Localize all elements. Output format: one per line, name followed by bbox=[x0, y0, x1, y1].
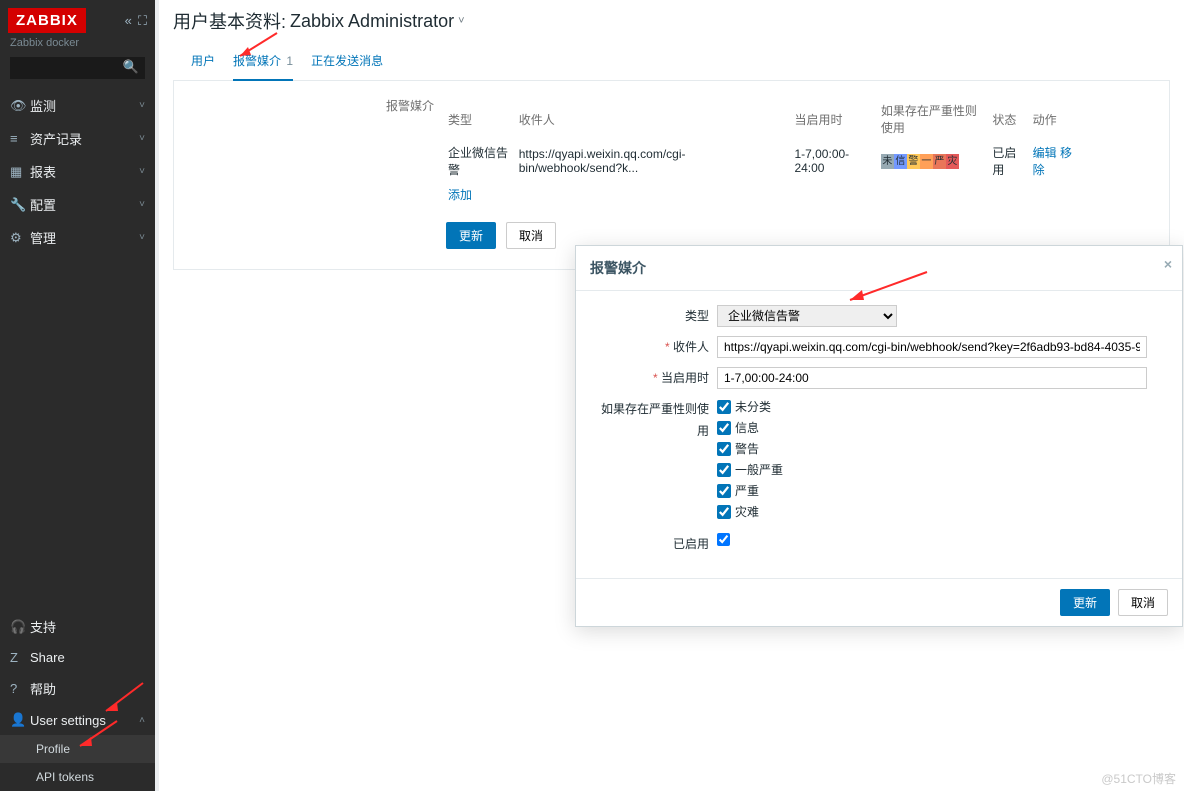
chevron-down-icon: ˅ bbox=[139, 133, 145, 144]
cancel-button[interactable]: 取消 bbox=[506, 222, 556, 249]
sidebar-item[interactable]: 🎧支持 bbox=[0, 610, 155, 643]
user-settings-label: User settings bbox=[30, 713, 106, 728]
sidebar-subitem-api-tokens[interactable]: API tokens bbox=[0, 763, 155, 791]
nav-label: 帮助 bbox=[30, 679, 56, 698]
sidebar-item[interactable]: 👁监测 ˅ bbox=[0, 89, 155, 122]
severity-label: 未分类 bbox=[735, 398, 771, 415]
severity-checkbox[interactable] bbox=[717, 463, 731, 477]
search-icon[interactable]: 🔍 bbox=[123, 59, 139, 75]
severity-checkbox[interactable] bbox=[717, 484, 731, 498]
media-table: 类型 收件人 当启用时 如果存在严重性则使用 状态 动作 企业微信告警 http… bbox=[446, 97, 1086, 208]
col-status: 状态 bbox=[992, 99, 1030, 139]
row-type: 企业微信告警 bbox=[448, 141, 517, 181]
nav-label: 支持 bbox=[30, 617, 56, 636]
media-row: 企业微信告警 https://qyapi.weixin.qq.com/cgi-b… bbox=[448, 141, 1084, 181]
sidebar-item-user-settings[interactable]: 👤 User settings ˄ bbox=[0, 705, 155, 735]
tabs: 用户 报警媒介 1 正在发送消息 bbox=[173, 42, 1170, 81]
severity-label: 严重 bbox=[735, 482, 759, 499]
page-title: 用户基本资料: Zabbix Administrator ˅ bbox=[159, 0, 1184, 42]
collapse-icon[interactable]: « bbox=[125, 13, 132, 29]
chevron-up-icon: ˄ bbox=[139, 715, 145, 726]
sidebar: ZABBIX « ⛶ Zabbix docker 🔍 👁监测˅≡资产记录˅▦报表… bbox=[0, 0, 155, 791]
nav-icon: Z bbox=[10, 650, 30, 665]
chevron-down-icon: ˅ bbox=[139, 166, 145, 177]
severity-checkbox[interactable] bbox=[717, 505, 731, 519]
modal-title: 报警媒介 × bbox=[576, 246, 1182, 291]
sidebar-item[interactable]: 🔧配置 ˅ bbox=[0, 188, 155, 221]
severity-tags: 未信警一严灾 bbox=[881, 153, 984, 169]
tab-media-label: 报警媒介 bbox=[233, 54, 281, 68]
chevron-down-icon: ˅ bbox=[139, 199, 145, 210]
nav-icon: 🔧 bbox=[10, 197, 30, 213]
nav-icon: ⚙ bbox=[10, 230, 30, 246]
nav-label: 配置 bbox=[30, 195, 56, 214]
active-input[interactable] bbox=[717, 367, 1147, 389]
page-user-name: Zabbix Administrator bbox=[290, 11, 454, 32]
tab-media[interactable]: 报警媒介 1 bbox=[233, 48, 293, 81]
row-active: 1-7,00:00-24:00 bbox=[794, 141, 878, 181]
col-action: 动作 bbox=[1033, 99, 1084, 139]
sidebar-subitem-profile[interactable]: Profile bbox=[0, 735, 155, 763]
nav-label: 资产记录 bbox=[30, 129, 82, 148]
modal-cancel-button[interactable]: 取消 bbox=[1118, 589, 1168, 616]
tab-sending[interactable]: 正在发送消息 bbox=[311, 48, 383, 80]
modal-label-enabled: 已启用 bbox=[594, 533, 709, 555]
nav-icon: 👁 bbox=[10, 98, 30, 114]
enabled-checkbox[interactable] bbox=[717, 533, 730, 546]
user-icon: 👤 bbox=[10, 712, 30, 728]
chevron-down-icon: ˅ bbox=[139, 232, 145, 243]
severity-label: 一般严重 bbox=[735, 461, 783, 478]
tab-user[interactable]: 用户 bbox=[191, 48, 215, 80]
sendto-input[interactable] bbox=[717, 336, 1147, 358]
chevron-down-icon[interactable]: ˅ bbox=[458, 15, 464, 27]
severity-label: 警告 bbox=[735, 440, 759, 457]
sidebar-item[interactable]: ?帮助 bbox=[0, 672, 155, 705]
severity-checkbox[interactable] bbox=[717, 421, 731, 435]
tab-media-count: 1 bbox=[286, 54, 293, 68]
nav-icon: 🎧 bbox=[10, 619, 30, 635]
sidebar-header: ZABBIX « ⛶ bbox=[0, 0, 155, 37]
fullscreen-icon[interactable]: ⛶ bbox=[138, 13, 147, 29]
edit-link[interactable]: 编辑 bbox=[1033, 146, 1057, 160]
nav-label: 报表 bbox=[30, 162, 56, 181]
row-status: 已启用 bbox=[992, 141, 1030, 181]
update-button[interactable]: 更新 bbox=[446, 222, 496, 249]
severity-label: 信息 bbox=[735, 419, 759, 436]
server-name: Zabbix docker bbox=[0, 37, 155, 57]
watermark: @51CTO博客 bbox=[1101, 770, 1176, 787]
sidebar-item[interactable]: ⚙管理 ˅ bbox=[0, 221, 155, 254]
sidebar-item[interactable]: ZShare bbox=[0, 643, 155, 672]
modal-label-sendto: 收件人 bbox=[594, 336, 709, 358]
sidebar-item[interactable]: ≡资产记录 ˅ bbox=[0, 122, 155, 155]
row-sendto: https://qyapi.weixin.qq.com/cgi-bin/webh… bbox=[519, 141, 793, 181]
modal-label-type: 类型 bbox=[594, 305, 709, 327]
add-media-link[interactable]: 添加 bbox=[448, 188, 472, 202]
media-section-label: 报警媒介 bbox=[386, 97, 444, 249]
col-sendto: 收件人 bbox=[519, 99, 793, 139]
col-severity: 如果存在严重性则使用 bbox=[881, 99, 990, 139]
nav-icon: ≡ bbox=[10, 131, 30, 146]
modal-update-button[interactable]: 更新 bbox=[1060, 589, 1110, 616]
sidebar-item[interactable]: ▦报表 ˅ bbox=[0, 155, 155, 188]
nav-label: 监测 bbox=[30, 96, 56, 115]
modal-label-active: 当启用时 bbox=[594, 367, 709, 389]
col-type: 类型 bbox=[448, 99, 517, 139]
modal-label-severity: 如果存在严重性则使用 bbox=[594, 398, 709, 442]
nav-icon: ? bbox=[10, 681, 30, 696]
nav-label: 管理 bbox=[30, 228, 56, 247]
nav-label: Share bbox=[30, 650, 65, 665]
col-active: 当启用时 bbox=[794, 99, 878, 139]
zabbix-logo[interactable]: ZABBIX bbox=[8, 8, 86, 33]
nav-icon: ▦ bbox=[10, 164, 30, 180]
media-modal: 报警媒介 × 类型 企业微信告警 收件人 当启用时 如果存在严重性则使用 未分类… bbox=[575, 245, 1183, 627]
severity-checkbox[interactable] bbox=[717, 400, 731, 414]
page-title-label: 用户基本资料: bbox=[173, 8, 286, 34]
type-select[interactable]: 企业微信告警 bbox=[717, 305, 897, 327]
chevron-down-icon: ˅ bbox=[139, 100, 145, 111]
severity-label: 灾难 bbox=[735, 503, 759, 520]
severity-checkbox[interactable] bbox=[717, 442, 731, 456]
close-icon[interactable]: × bbox=[1164, 256, 1172, 272]
